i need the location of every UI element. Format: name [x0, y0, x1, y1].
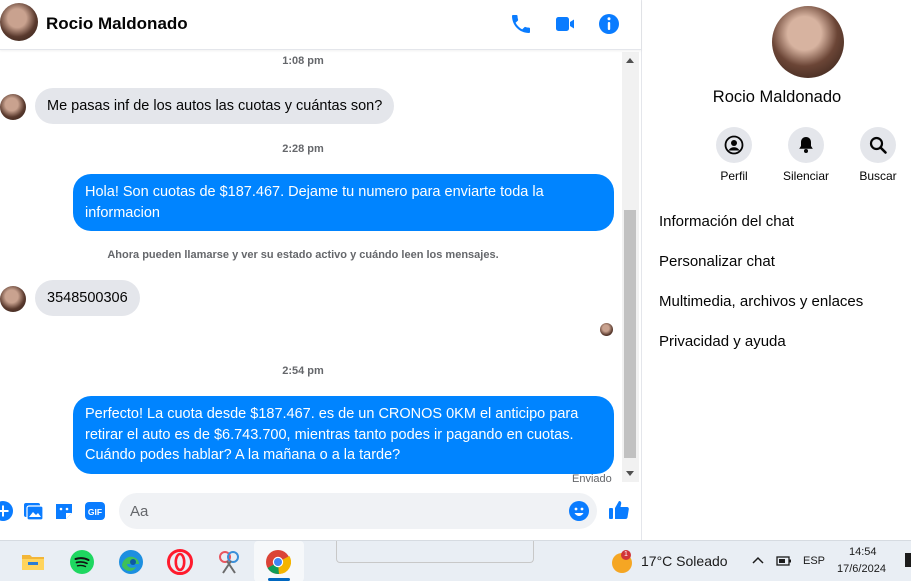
info-icon[interactable] — [597, 12, 621, 36]
contact-message-avatar[interactable] — [0, 94, 26, 120]
message-list[interactable]: 1:08 pm Me pasas inf de los autos las cu… — [0, 52, 622, 482]
svg-text:GIF: GIF — [88, 507, 102, 517]
screen: Rocio Maldonado 1:08 pm Me pasas inf de … — [0, 0, 911, 581]
menu-media-files-links[interactable]: Multimedia, archivos y enlaces — [659, 293, 863, 310]
contact-message-avatar[interactable] — [0, 286, 26, 312]
contact-profile-photo[interactable] — [772, 6, 844, 78]
emoji-icon[interactable] — [568, 500, 590, 522]
contact-name[interactable]: Rocio Maldonado — [46, 14, 188, 34]
profile-icon — [724, 135, 744, 155]
chat-notice: Ahora pueden llamarse y ver su estado ac… — [107, 249, 499, 261]
outgoing-message[interactable]: Hola! Son cuotas de $187.467. Dejame tu … — [73, 174, 614, 231]
weather-notification-badge: 1 — [621, 550, 631, 560]
like-icon[interactable] — [607, 498, 631, 522]
notification-icon[interactable] — [905, 553, 911, 567]
snipping-tool-icon[interactable] — [216, 549, 242, 575]
windows-taskbar: 1 17°C Soleado ESP 14:54 17/6/2024 — [0, 540, 911, 581]
clock-date[interactable]: 17/6/2024 — [837, 563, 886, 575]
menu-privacy-help[interactable]: Privacidad y ayuda — [659, 333, 786, 350]
mute-button[interactable]: Silenciar — [776, 127, 836, 183]
message-scrollbar[interactable] — [622, 52, 639, 482]
show-hidden-icons-chevron-icon[interactable] — [752, 556, 764, 564]
timestamp: 1:08 pm — [282, 55, 324, 67]
opera-icon[interactable] — [167, 549, 193, 575]
incoming-message[interactable]: Me pasas inf de los autos las cuotas y c… — [35, 88, 395, 124]
language-indicator[interactable]: ESP — [803, 555, 825, 567]
contact-avatar[interactable] — [0, 3, 38, 41]
scrollbar-thumb[interactable] — [624, 210, 636, 458]
search-button[interactable]: Buscar — [848, 127, 908, 183]
search-label: Buscar — [859, 169, 897, 183]
chat-info-panel: Rocio Maldonado Perfil Silenciar Buscar … — [641, 0, 911, 540]
window-preview-outline — [336, 541, 534, 563]
file-explorer-icon[interactable] — [20, 549, 46, 575]
sticker-icon[interactable] — [53, 500, 75, 522]
plus-icon[interactable] — [0, 500, 14, 522]
spotify-icon[interactable] — [69, 549, 95, 575]
profile-label: Perfil — [720, 169, 748, 183]
mute-label: Silenciar — [782, 169, 830, 183]
edge-icon[interactable] — [118, 549, 144, 575]
battery-icon[interactable] — [774, 554, 792, 568]
message-status: Enviado — [572, 473, 612, 482]
gif-icon[interactable]: GIF — [84, 500, 106, 522]
outgoing-message[interactable]: Perfecto! La cuota desde $187.467. es de… — [73, 396, 614, 474]
bell-icon — [799, 137, 813, 153]
timestamp: 2:28 pm — [282, 143, 324, 155]
read-receipt-avatar — [600, 323, 613, 336]
message-input[interactable] — [119, 493, 597, 529]
profile-button[interactable]: Perfil — [704, 127, 764, 183]
chat-header: Rocio Maldonado — [0, 0, 641, 50]
menu-chat-info[interactable]: Información del chat — [659, 213, 794, 230]
clock-time[interactable]: 14:54 — [849, 546, 877, 558]
scroll-up-arrow-icon[interactable] — [626, 58, 634, 63]
weather-text[interactable]: 17°C Soleado — [641, 553, 728, 569]
info-contact-name: Rocio Maldonado — [712, 88, 842, 106]
timestamp: 2:54 pm — [282, 365, 324, 377]
phone-icon[interactable] — [509, 12, 533, 36]
incoming-message[interactable]: 3548500306 — [35, 280, 140, 316]
chat-panel: Rocio Maldonado 1:08 pm Me pasas inf de … — [0, 0, 641, 540]
scroll-down-arrow-icon[interactable] — [626, 471, 634, 476]
chrome-icon[interactable] — [265, 549, 291, 575]
search-icon — [869, 136, 887, 154]
menu-customize-chat[interactable]: Personalizar chat — [659, 253, 775, 270]
video-icon[interactable] — [553, 12, 577, 36]
message-composer: GIF — [0, 487, 641, 537]
image-icon[interactable] — [22, 500, 44, 522]
